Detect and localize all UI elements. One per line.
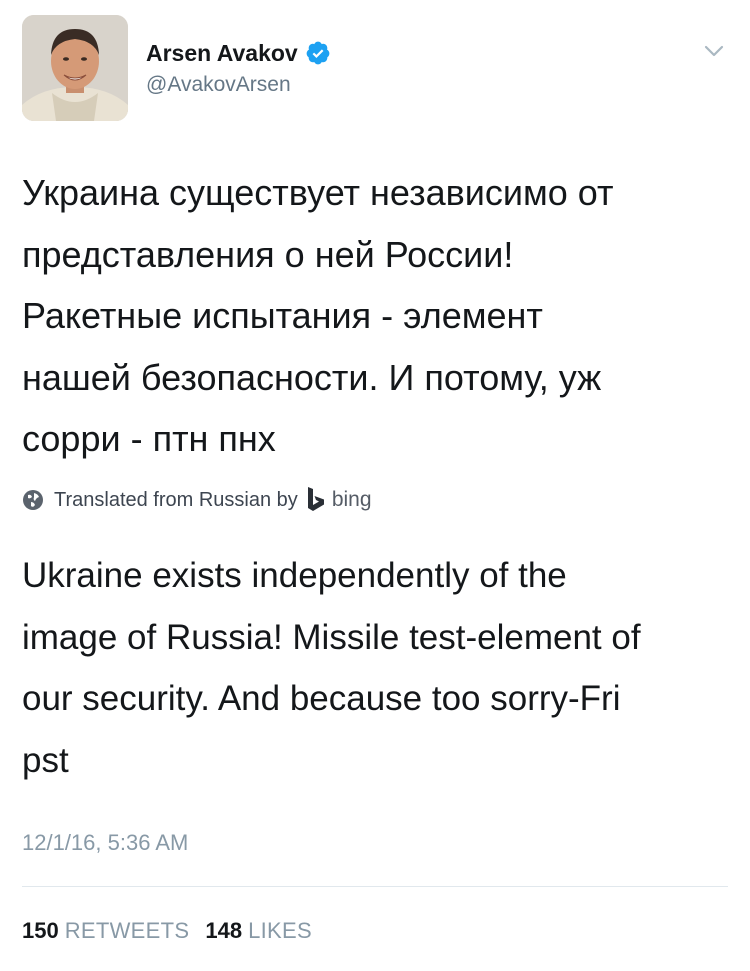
avatar-photo: [22, 15, 128, 121]
retweets-stat[interactable]: 150 RETWEETS: [22, 918, 189, 944]
likes-stat[interactable]: 148 LIKES: [205, 918, 312, 944]
likes-count: 148: [205, 918, 243, 943]
translation-label: Translated from Russian by: [54, 488, 298, 511]
display-name[interactable]: Arsen Avakov: [146, 40, 298, 67]
name-row: Arsen Avakov: [146, 37, 331, 69]
user-names: Arsen Avakov @AvakovArsen: [146, 37, 331, 97]
likes-label: LIKES: [248, 918, 312, 943]
globe-icon: [22, 489, 44, 511]
bing-logo-icon: [306, 486, 326, 514]
retweets-label: RETWEETS: [64, 918, 190, 943]
retweets-count: 150: [22, 918, 59, 943]
divider: [22, 886, 728, 887]
tweet-text: Украина существует независимо от предста…: [22, 172, 614, 459]
bing-logo: bing: [306, 486, 372, 514]
tweet-stats: 150 RETWEETS 148 LIKES: [22, 918, 328, 944]
tweet-header: Arsen Avakov @AvakovArsen: [22, 15, 728, 121]
translated-text: Ukraine exists independently of the imag…: [22, 556, 641, 780]
avatar[interactable]: [22, 15, 128, 121]
verified-badge-icon: [305, 40, 331, 66]
tweet-timestamp[interactable]: 12/1/16, 5:36 AM: [22, 830, 188, 856]
chevron-down-icon[interactable]: [700, 37, 728, 65]
translation-attribution[interactable]: Translated from Russian by bing: [22, 484, 372, 516]
user-handle[interactable]: @AvakovArsen: [146, 73, 331, 97]
translation-provider: bing: [331, 488, 372, 511]
